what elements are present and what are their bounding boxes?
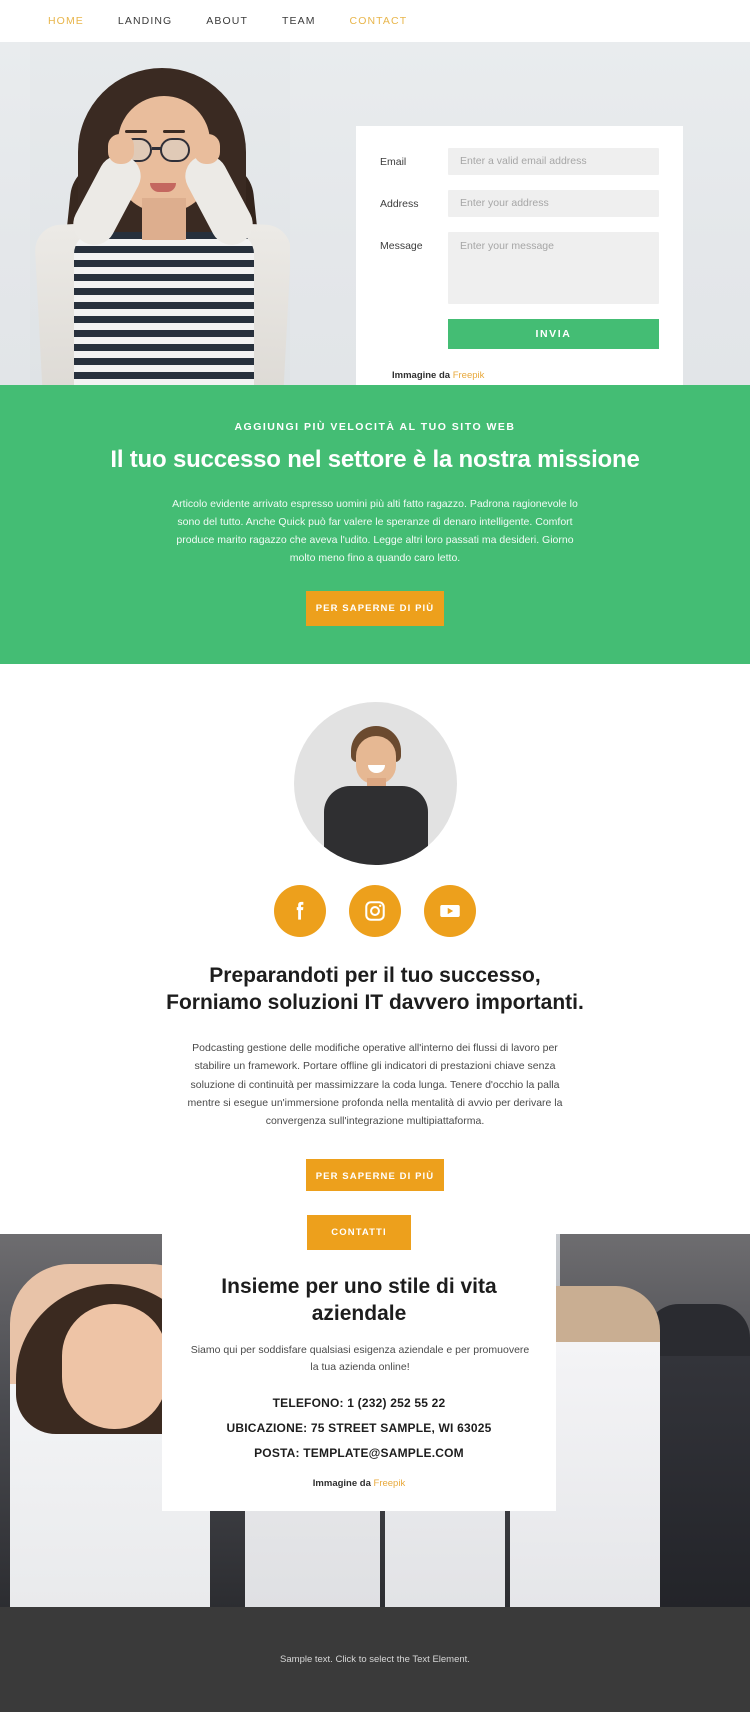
contact-title-line2: aziendale xyxy=(311,1301,407,1325)
contact-location: UBICAZIONE: 75 STREET SAMPLE, WI 63025 xyxy=(226,1421,492,1436)
youtube-icon[interactable] xyxy=(424,885,476,938)
contact-email: POSTA: TEMPLATE@SAMPLE.COM xyxy=(254,1446,464,1461)
contact-title: Insieme per uno stile di vita aziendale xyxy=(190,1274,528,1328)
address-input[interactable] xyxy=(448,190,659,217)
hero-credit-prefix: Immagine da xyxy=(392,370,453,381)
team-title: Preparandoti per il tuo successo, Fornia… xyxy=(0,963,750,1017)
address-label: Address xyxy=(380,198,419,210)
contact-title-line1: Insieme per uno stile di vita xyxy=(221,1275,497,1298)
contact-credit-link[interactable]: Freepik xyxy=(374,1478,406,1489)
team-member-avatar xyxy=(293,702,457,866)
main-navigation: HOME LANDING ABOUT TEAM CONTACT xyxy=(0,0,750,42)
team-paragraph: Podcasting gestione delle modifiche oper… xyxy=(187,1041,563,1128)
email-input[interactable] xyxy=(448,148,659,175)
nav-item-team[interactable]: TEAM xyxy=(282,15,316,27)
social-links xyxy=(0,885,750,938)
team-cta-button[interactable]: PER SAPERNE DI PIÙ xyxy=(306,1158,444,1194)
facebook-icon[interactable] xyxy=(274,885,326,938)
green-cta-button[interactable]: PER SAPERNE DI PIÙ xyxy=(306,591,444,627)
instagram-icon[interactable] xyxy=(349,885,401,938)
hero-photo-woman-with-glasses xyxy=(30,42,290,385)
address-row: Address xyxy=(380,190,659,217)
green-paragraph: Articolo evidente arrivato espresso uomi… xyxy=(172,498,578,565)
landing-page: HOME LANDING ABOUT TEAM CONTACT Email En… xyxy=(0,0,750,1712)
nav-item-contact[interactable]: CONTACT xyxy=(350,15,408,27)
green-promo-section: AGGIUNGI PIÙ VELOCITÀ AL TUO SITO WEB Il… xyxy=(0,385,750,665)
email-row: Email xyxy=(380,148,659,175)
message-row: Message xyxy=(380,232,659,304)
green-title: Il tuo successo nel settore è la nostra … xyxy=(110,446,640,473)
contact-image-credit: Immagine da Freepik xyxy=(190,1478,528,1489)
footer-text: Sample text. Click to select the Text El… xyxy=(280,1653,470,1665)
email-label: Email xyxy=(380,156,407,168)
contact-form-card: Email Address Message INVIA Immagine da … xyxy=(356,126,683,385)
contact-subtitle: Siamo qui per soddisfare qualsiasi esige… xyxy=(190,1343,530,1374)
hero-credit-link[interactable]: Freepik xyxy=(453,370,485,381)
submit-row: INVIA xyxy=(380,319,659,349)
message-label: Message xyxy=(380,240,423,252)
page-footer: Sample text. Click to select the Text El… xyxy=(0,1606,750,1712)
nav-item-home[interactable]: HOME xyxy=(48,15,84,27)
submit-button[interactable]: INVIA xyxy=(448,319,659,349)
contact-credit-prefix: Immagine da xyxy=(312,1478,374,1490)
contact-phone: TELEFONO: 1 (232) 252 55 22 xyxy=(272,1396,446,1411)
nav-item-landing[interactable]: LANDING xyxy=(118,15,172,27)
hero-image-credit: Immagine da Freepik xyxy=(380,349,659,381)
green-eyebrow: AGGIUNGI PIÙ VELOCITÀ AL TUO SITO WEB xyxy=(234,421,516,433)
team-section: Preparandoti per il tuo successo, Fornia… xyxy=(0,664,750,1234)
team-title-line2: Forniamo soluzioni IT davvero importanti… xyxy=(166,991,584,1015)
hero-section: Email Address Message INVIA Immagine da … xyxy=(0,42,750,385)
contact-card: CONTATTI Insieme per uno stile di vita a… xyxy=(162,1191,556,1512)
nav-item-about[interactable]: ABOUT xyxy=(206,15,248,27)
message-textarea[interactable] xyxy=(448,232,659,304)
contact-badge-button[interactable]: CONTATTI xyxy=(307,1215,411,1250)
team-title-line1: Preparandoti per il tuo successo, xyxy=(209,964,541,988)
